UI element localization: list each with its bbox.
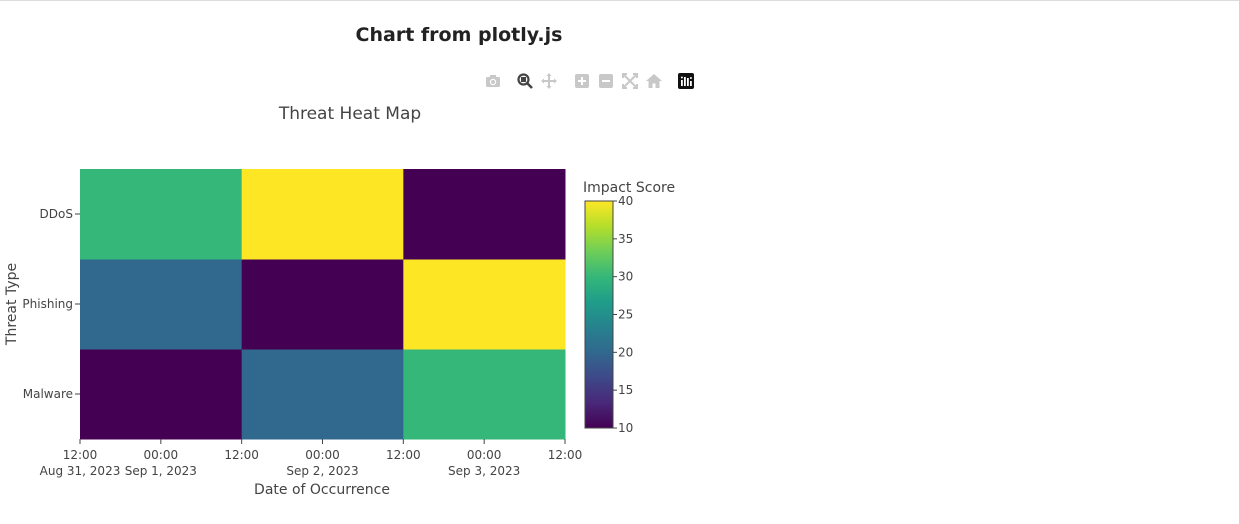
colorbar-tick-label: 35 (618, 232, 633, 246)
colorbar-tick-label: 15 (618, 383, 633, 397)
colorbar-tick-label: 30 (618, 270, 633, 284)
heatmap-cell-phishing-2023-09-02 (241, 259, 404, 350)
x-tick-label-date: Aug 31, 2023 (40, 464, 121, 478)
colorbar-tick-label: 10 (618, 421, 633, 435)
home-icon[interactable] (645, 72, 663, 90)
heatmap-cell-ddos-2023-09-01 (80, 169, 243, 260)
heatmap-cell-malware-2023-09-03 (403, 349, 566, 440)
camera-icon[interactable] (484, 72, 502, 90)
colorbar-tick-label: 40 (618, 194, 633, 208)
top-divider (0, 0, 1239, 1)
x-tick-label-time: 12:00 (548, 448, 583, 462)
x-tick-label-date: Sep 2, 2023 (286, 464, 358, 478)
y-axis-title: Threat Type (4, 263, 20, 346)
x-tick-label-time: 12:00 (224, 448, 259, 462)
y-tick-label: DDoS (40, 207, 73, 221)
zoom-icon[interactable] (516, 72, 534, 90)
x-tick-label-time: 00:00 (144, 448, 179, 462)
x-tick-label-date: Sep 3, 2023 (448, 464, 520, 478)
heatmap-cell-ddos-2023-09-03 (403, 169, 566, 260)
x-axis-title: Date of Occurrence (254, 482, 390, 498)
heatmap-cell-malware-2023-09-01 (80, 349, 243, 440)
zoom-in-icon[interactable] (573, 72, 591, 90)
pan-icon[interactable] (540, 72, 558, 90)
x-tick-label-time: 12:00 (63, 448, 98, 462)
heatmap-chart: Threat Heat Map Malware Phishing DDoS 12:0… (4, 104, 675, 498)
x-tick-label-time: 00:00 (467, 448, 502, 462)
heatmap-cell-ddos-2023-09-02 (241, 169, 404, 260)
y-tick-label: Malware (23, 387, 73, 401)
colorbar-tick-label: 25 (618, 308, 633, 322)
colorbar-tick-label: 20 (618, 345, 633, 359)
colorbar (584, 200, 614, 429)
y-tick-label: Phishing (22, 297, 73, 311)
heatmap-cell-phishing-2023-09-01 (80, 259, 243, 350)
zoom-out-icon[interactable] (597, 72, 615, 90)
x-tick-label-date: Sep 1, 2023 (125, 464, 197, 478)
heatmap-cell-phishing-2023-09-03 (403, 259, 566, 350)
autoscale-icon[interactable] (621, 72, 639, 90)
plotly-logo-icon[interactable] (677, 72, 695, 90)
x-tick-label-time: 12:00 (386, 448, 421, 462)
heatmap-cell-malware-2023-09-02 (241, 349, 404, 440)
chart-title: Threat Heat Map (278, 104, 421, 124)
page-title: Chart from plotly.js (355, 24, 563, 46)
x-tick-label-time: 00:00 (305, 448, 340, 462)
